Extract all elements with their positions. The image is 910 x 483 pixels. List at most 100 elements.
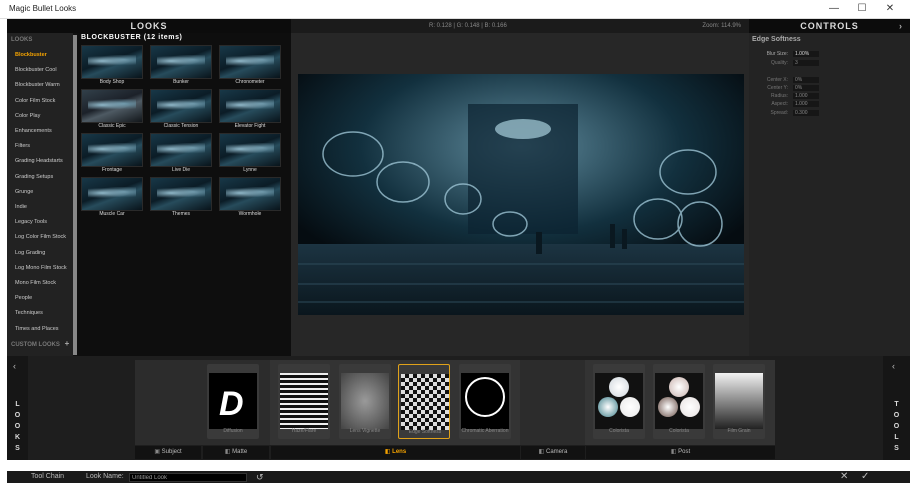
category-item[interactable]: Log Color Film Stock xyxy=(15,234,66,240)
category-item[interactable]: Grading Headstarts xyxy=(15,158,63,164)
look-thumbnail[interactable] xyxy=(150,177,212,211)
looks-grid-title: BLOCKBUSTER (12 items) xyxy=(81,34,183,41)
controls-arrow-icon[interactable]: › xyxy=(899,19,903,33)
maximize-button[interactable]: ☐ xyxy=(852,2,872,16)
tool-label: Diffusion xyxy=(223,428,243,434)
category-item[interactable]: Blockbuster Cool xyxy=(15,67,57,73)
close-window-button[interactable]: ✕ xyxy=(880,2,900,16)
stage-label-post[interactable]: ◧ Post xyxy=(586,446,775,459)
stage-label-camera[interactable]: ◧ Camera xyxy=(521,446,585,459)
looks-side-tab[interactable]: ‹ LOOKS xyxy=(7,356,28,460)
category-item[interactable]: Indie xyxy=(15,204,27,210)
tool-label: Colorista xyxy=(609,428,629,434)
tool-preview xyxy=(280,373,328,429)
left-chevron-icon[interactable]: ‹ xyxy=(13,361,16,371)
control-value-field[interactable]: 1.000 xyxy=(793,101,819,107)
control-value-field[interactable]: 0% xyxy=(793,77,819,83)
look-thumbnail[interactable] xyxy=(81,89,143,123)
tool-card[interactable]: Film Grain xyxy=(713,364,765,439)
side-tab-letter: T xyxy=(894,401,899,408)
cancel-icon[interactable]: ✕ xyxy=(840,471,848,482)
control-value-field[interactable]: 0.300 xyxy=(793,110,819,116)
category-item[interactable]: Times and Places xyxy=(15,326,59,332)
color-wheel xyxy=(669,377,689,397)
category-item[interactable]: Grunge xyxy=(15,189,33,195)
look-thumbnail-label: Lynne xyxy=(243,167,257,173)
look-thumbnail-label: Elevator Fight xyxy=(234,123,266,129)
side-tab-letter: L xyxy=(894,434,899,441)
look-thumbnail[interactable] xyxy=(150,89,212,123)
look-thumbnail-label: Bunker xyxy=(173,79,189,85)
look-thumbnail-label: Muscle Car xyxy=(99,211,125,217)
category-item[interactable]: Grading Setups xyxy=(15,174,53,180)
stage-label-subject-text: Subject xyxy=(161,449,182,455)
tool-preview xyxy=(461,373,509,429)
category-item[interactable]: Color Film Stock xyxy=(15,98,55,104)
tool-card[interactable]: Colorista xyxy=(653,364,705,439)
category-item[interactable]: Mono Film Stock xyxy=(15,280,56,286)
category-item[interactable]: Filters xyxy=(15,143,30,149)
category-panel: LOOKS Blockbuster Blockbuster Cool Blockbu… xyxy=(7,33,76,356)
look-thumbnail[interactable] xyxy=(150,133,212,167)
look-thumbnail-label: Chronometer xyxy=(235,79,265,85)
look-thumbnail[interactable] xyxy=(219,177,281,211)
tools-side-tab[interactable]: ‹ TOOLS xyxy=(883,356,910,460)
category-item[interactable]: Blockbuster xyxy=(15,52,47,58)
color-wheel xyxy=(620,397,640,417)
stage-label-subject[interactable]: ▣ Subject xyxy=(135,446,201,459)
stage-label-lens[interactable]: ◧ Lens xyxy=(271,446,520,459)
look-thumbnail-label: Live Die xyxy=(171,167,191,173)
control-value-field[interactable]: 3 xyxy=(793,60,819,66)
tool-preview xyxy=(341,373,389,429)
tool-card[interactable]: Edge Softness xyxy=(398,364,450,439)
tool-card[interactable]: Lens Vignette xyxy=(339,364,391,439)
zoom-readout: Zoom: 114.9% xyxy=(702,23,741,29)
tool-preview xyxy=(401,374,449,430)
control-label: Blur Size: xyxy=(766,51,788,57)
look-thumbnail-label: Frontage xyxy=(101,167,122,173)
reset-icon[interactable]: ↺ xyxy=(256,472,264,483)
category-item[interactable]: People xyxy=(15,295,32,301)
add-icon[interactable]: + xyxy=(65,339,70,348)
category-item[interactable]: Blockbuster Warm xyxy=(15,82,60,88)
tool-card[interactable]: Colorista xyxy=(593,364,645,439)
side-tab-letter: K xyxy=(14,434,21,441)
tool-chain-tab[interactable]: Tool Chain xyxy=(31,473,64,480)
tool-label: Colorista xyxy=(669,428,689,434)
tool-card[interactable]: Haze/Flare xyxy=(278,364,330,439)
controls-title: CONTROLS xyxy=(800,21,859,31)
category-item[interactable]: Legacy Tools xyxy=(15,219,47,225)
tool-preview xyxy=(595,373,643,429)
category-item[interactable]: Log Grading xyxy=(15,250,45,256)
category-item[interactable]: Color Play xyxy=(15,113,40,119)
tool-card[interactable]: D Diffusion xyxy=(207,364,259,439)
tool-label: Haze/Flare xyxy=(291,428,317,434)
look-thumbnail[interactable] xyxy=(81,45,143,79)
color-wheel xyxy=(598,397,618,417)
category-item[interactable]: Log Mono Film Stock xyxy=(15,265,67,271)
right-chevron-icon[interactable]: ‹ xyxy=(892,361,895,371)
control-value-field[interactable]: 1.000 xyxy=(793,93,819,99)
stage-label-matte[interactable]: ◧ Matte xyxy=(203,446,269,459)
side-tab-letter: O xyxy=(14,423,21,430)
side-tab-letter: O xyxy=(14,412,21,419)
control-value-field[interactable]: 1.00% xyxy=(793,51,819,57)
look-thumbnail-label: Classic Tension xyxy=(163,123,199,129)
custom-looks-label: CUSTOM LOOKS xyxy=(11,342,60,348)
look-thumbnail[interactable] xyxy=(81,177,143,211)
tool-card[interactable]: Chromatic Aberration xyxy=(459,364,511,439)
custom-looks[interactable]: CUSTOM LOOKS + xyxy=(11,339,69,348)
minimize-button[interactable]: — xyxy=(824,2,844,16)
look-thumbnail[interactable] xyxy=(219,45,281,79)
control-value-field[interactable]: 0% xyxy=(793,85,819,91)
look-thumbnail[interactable] xyxy=(219,89,281,123)
ok-icon[interactable]: ✓ xyxy=(861,471,869,482)
look-thumbnail[interactable] xyxy=(81,133,143,167)
tool-label: Chromatic Aberration xyxy=(461,428,509,434)
category-item[interactable]: Enhancements xyxy=(15,128,52,134)
category-item[interactable]: Techniques xyxy=(15,310,43,316)
look-name-input[interactable] xyxy=(129,473,247,482)
stage-label-matte-text: Matte xyxy=(232,449,248,455)
look-thumbnail[interactable] xyxy=(219,133,281,167)
look-thumbnail[interactable] xyxy=(150,45,212,79)
